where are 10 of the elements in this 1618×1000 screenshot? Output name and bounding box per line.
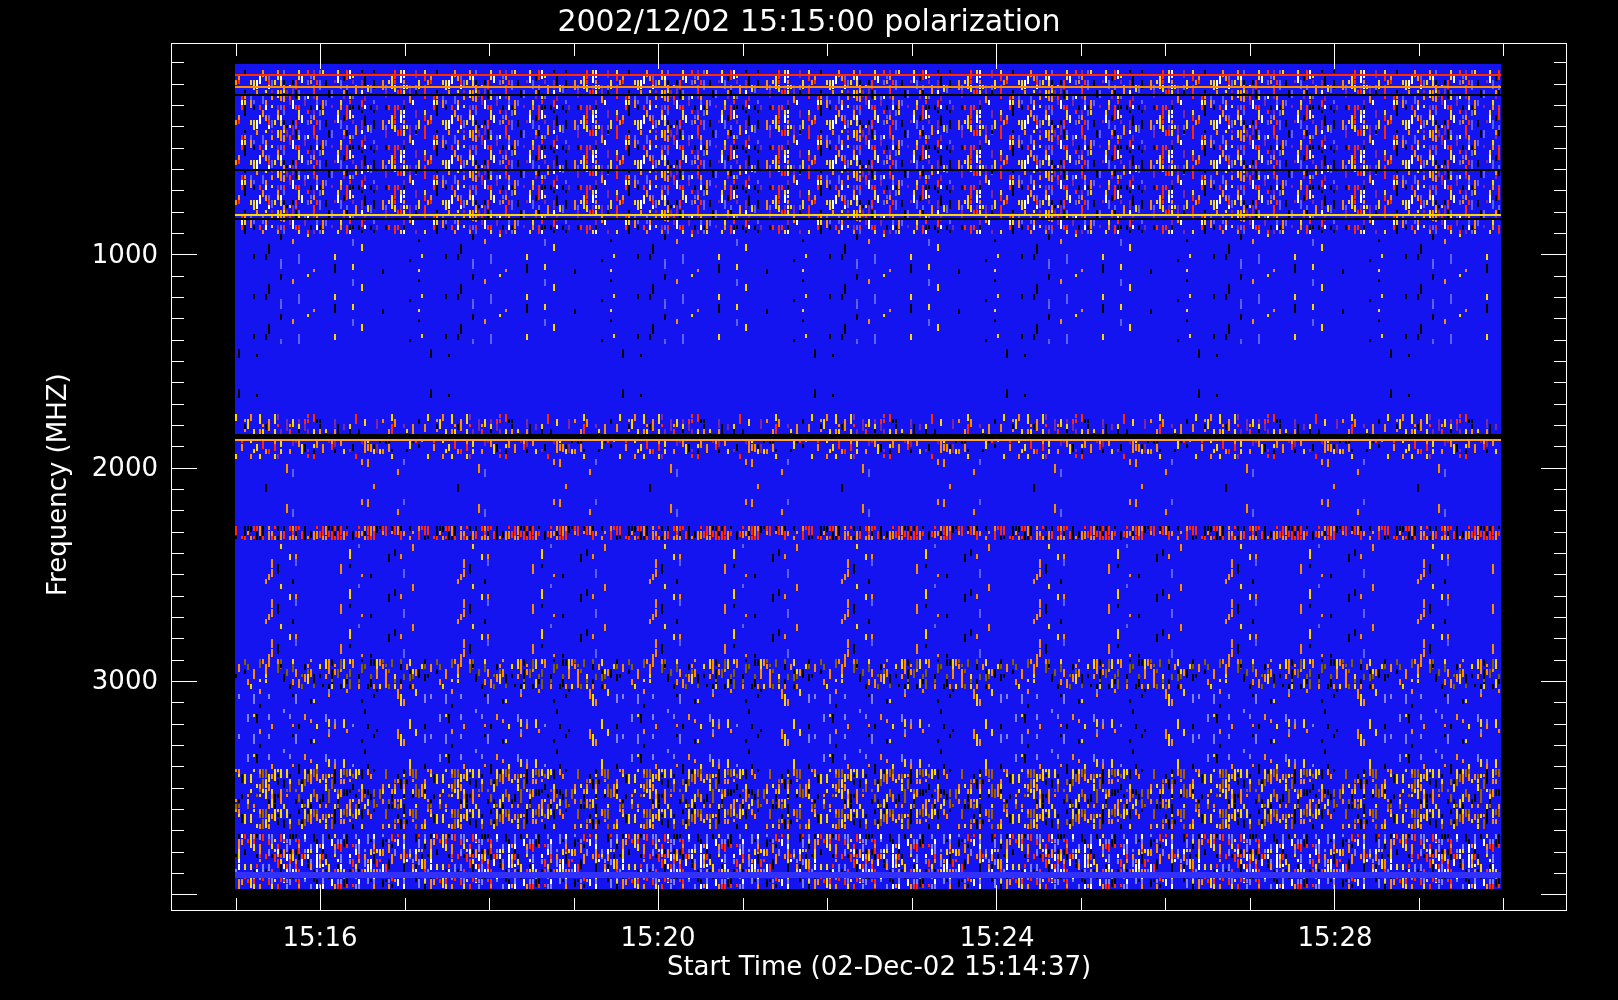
x-tick-label: 15:16 bbox=[281, 922, 359, 952]
y-tick-label: 2000 bbox=[91, 452, 158, 482]
x-tick-label: 15:20 bbox=[619, 922, 697, 952]
y-axis-label: Frequency (MHZ) bbox=[42, 372, 72, 597]
y-tick-label: 3000 bbox=[91, 665, 158, 695]
y-tick-label: 1000 bbox=[91, 239, 158, 269]
x-tick-label: 15:24 bbox=[958, 922, 1036, 952]
x-axis-label: Start Time (02-Dec-02 15:14:37) bbox=[665, 951, 1093, 981]
chart-title: 2002/12/02 15:15:00 polarization bbox=[556, 3, 1062, 39]
x-tick-label: 15:28 bbox=[1296, 922, 1374, 952]
